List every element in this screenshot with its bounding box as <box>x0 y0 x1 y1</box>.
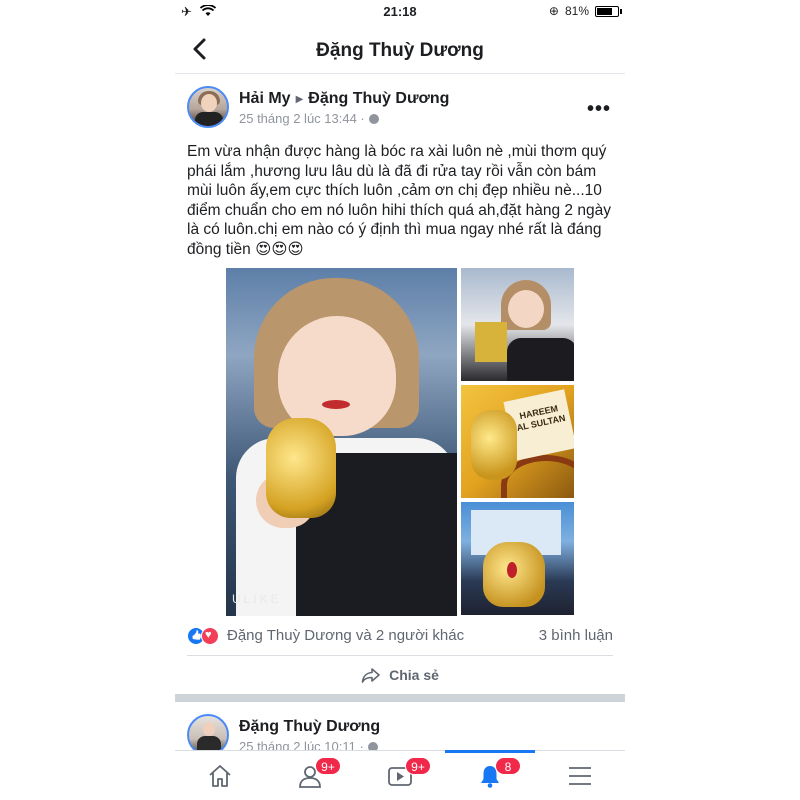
perfume-bottle <box>266 418 336 518</box>
thumb-face <box>508 290 544 328</box>
comments-count[interactable]: 3 bình luận <box>539 627 613 644</box>
post-text: Em vừa nhận được hàng là bóc ra xài luôn… <box>187 143 611 258</box>
feed-separator <box>175 694 625 702</box>
reaction-icons <box>187 627 223 645</box>
bottom-tab-bar: 9+ 9+ 8 <box>175 750 625 800</box>
battery-icon <box>595 5 622 17</box>
avatar-body <box>195 112 223 126</box>
photo-thumbnail-1[interactable] <box>461 268 574 381</box>
menu-icon <box>569 767 591 785</box>
photo-main[interactable]: ULIKE <box>226 268 457 616</box>
thumb-vest <box>507 338 574 381</box>
avatar-face <box>201 94 217 112</box>
love-icon <box>201 627 219 645</box>
globe-icon <box>368 113 379 124</box>
reactions-bar[interactable]: Đặng Thuỳ Dương và 2 người khác 3 bình l… <box>187 626 613 648</box>
photo-lips <box>322 400 350 409</box>
post-target[interactable]: Đặng Thuỳ Dương <box>308 90 449 108</box>
tab-menu[interactable] <box>535 751 625 800</box>
tab-notifications[interactable]: 8 <box>445 750 535 800</box>
avatar[interactable] <box>187 86 229 128</box>
share-icon <box>361 667 381 683</box>
rotation-lock-icon: ⊕ <box>548 4 559 18</box>
thumb-card <box>475 322 507 362</box>
share-button[interactable]: Chia sẻ <box>175 664 625 686</box>
post-2-author[interactable]: Đặng Thuỳ Dương <box>239 718 380 736</box>
post-timestamp[interactable]: 25 tháng 2 lúc 13:44 · <box>239 111 365 126</box>
page-title: Đặng Thuỳ Dương <box>316 40 484 61</box>
app-frame: ✈ 21:18 ⊕ 81% Đặng Thuỳ Dương Hải My ▶ Đ… <box>175 0 625 800</box>
avatar-face <box>203 722 215 736</box>
post-author[interactable]: Hải My <box>239 90 291 108</box>
status-right: ⊕ 81% <box>548 4 622 18</box>
divider <box>187 655 613 656</box>
tab-friends[interactable]: 9+ <box>265 751 355 800</box>
post-author-line: Hải My ▶ Đặng Thuỳ Dương <box>239 90 449 108</box>
page-header: Đặng Thuỳ Dương <box>175 30 625 74</box>
photo-watermark: ULIKE <box>232 592 282 606</box>
photo-grid: ULIKE HAREEM AL SULTAN <box>226 268 574 616</box>
status-bar: ✈ 21:18 ⊕ 81% <box>175 0 625 24</box>
watch-badge: 9+ <box>405 757 431 775</box>
post-meta: 25 tháng 2 lúc 13:44 · <box>239 111 379 126</box>
tab-watch[interactable]: 9+ <box>355 751 445 800</box>
notifications-badge: 8 <box>495 757 521 775</box>
friends-badge: 9+ <box>315 757 341 775</box>
tab-home[interactable] <box>175 751 265 800</box>
share-label: Chia sẻ <box>389 667 439 683</box>
post-2: Đặng Thuỳ Dương 25 tháng 2 lúc 10:11 · <box>175 712 625 756</box>
battery-percent: 81% <box>564 4 589 18</box>
perfume-bottle <box>471 410 517 480</box>
caret-right-icon: ▶ <box>295 93 304 105</box>
reaction-names[interactable]: Đặng Thuỳ Dương và 2 người khác <box>227 627 464 644</box>
bottle-gem <box>507 562 517 578</box>
photo-thumbnail-2[interactable]: HAREEM AL SULTAN <box>461 385 574 498</box>
battery-fill <box>597 7 612 15</box>
more-options-button[interactable]: ••• <box>587 98 611 121</box>
photo-thumbnail-3[interactable] <box>461 502 574 615</box>
home-icon <box>209 765 231 787</box>
